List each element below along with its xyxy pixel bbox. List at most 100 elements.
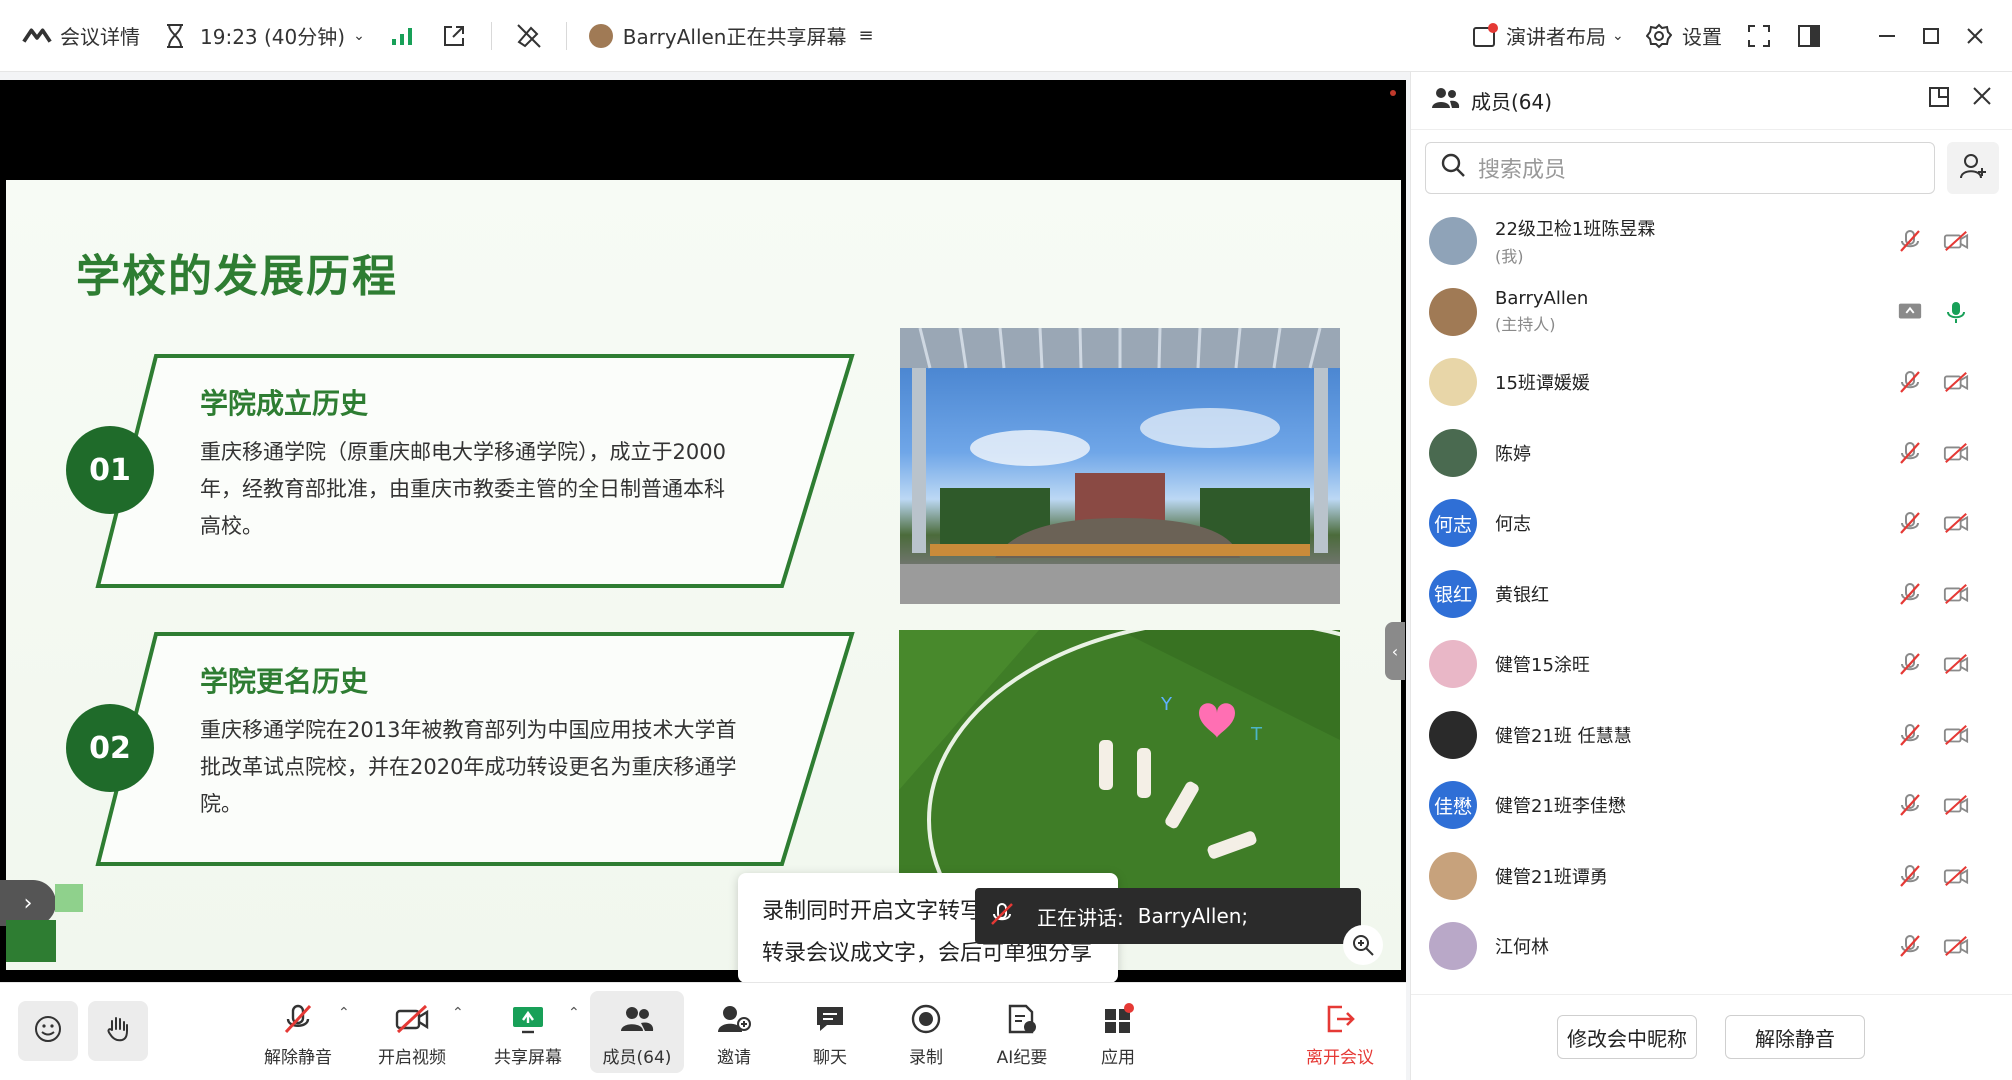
- chevron-up-icon[interactable]: ⌃: [568, 1005, 580, 1021]
- mic-muted-icon: [1897, 792, 1923, 818]
- leave-icon: [1322, 1001, 1358, 1037]
- mic-muted-icon: [1897, 369, 1923, 395]
- member-row[interactable]: 健管21班谭勇: [1411, 841, 2012, 912]
- card-number: 02: [66, 704, 154, 792]
- member-row[interactable]: 江何林: [1411, 911, 2012, 982]
- member-row[interactable]: 陈婷: [1411, 418, 2012, 489]
- ai-notes-icon: [1004, 1001, 1040, 1037]
- apps-button[interactable]: 应用: [1072, 991, 1164, 1073]
- ai-minutes-button[interactable]: AI纪要: [976, 991, 1068, 1073]
- record-icon: [908, 1001, 944, 1037]
- share-screen-icon: [510, 1001, 546, 1037]
- avatar: 佳懋: [1429, 781, 1477, 830]
- minimize-icon[interactable]: [1872, 21, 1902, 51]
- leave-meeting-button[interactable]: 离开会议: [1294, 991, 1386, 1073]
- member-row[interactable]: 佳懋 健管21班李佳懋: [1411, 770, 2012, 841]
- mic-muted-icon: [1897, 933, 1923, 959]
- close-icon[interactable]: [1960, 21, 1990, 51]
- invite-button[interactable]: 邀请: [688, 991, 780, 1073]
- sharer-avatar: [588, 23, 613, 48]
- mic-muted-icon: [1897, 722, 1923, 748]
- member-name: 健管21班李佳懋: [1495, 796, 1626, 818]
- members-panel: 成员(64) 搜索成员 22级卫检1班陈昱霖 (我) BarryAllen (主持人)…: [1410, 72, 2012, 1080]
- mic-muted-icon: [1897, 510, 1923, 536]
- mic-muted-icon: [1897, 581, 1923, 607]
- slide-decoration: [6, 920, 56, 962]
- member-row[interactable]: 健管15涂旺: [1411, 629, 2012, 700]
- member-row[interactable]: 何志 何志: [1411, 488, 2012, 559]
- members-label: 成员(64): [602, 1048, 672, 1068]
- mic-muted-icon: [280, 1001, 316, 1037]
- close-icon[interactable]: [1972, 86, 1992, 111]
- chevron-up-icon[interactable]: ⌃: [452, 1005, 464, 1021]
- start-video-button[interactable]: 开启视频: [366, 991, 458, 1073]
- hourglass-icon: [160, 21, 190, 51]
- mic-muted-icon: [989, 901, 1015, 932]
- record-button[interactable]: 录制: [880, 991, 972, 1073]
- video-off-icon: [394, 1001, 430, 1037]
- layout-button[interactable]: 演讲者布局 ⌄: [1470, 21, 1624, 51]
- members-button[interactable]: 成员(64): [590, 991, 684, 1073]
- chat-button[interactable]: 聊天: [784, 991, 876, 1073]
- avatar: 银红: [1429, 569, 1477, 618]
- member-list: 22级卫检1班陈昱霖 (我) BarryAllen (主持人) 15班谭媛媛陈婷何志 何志…: [1411, 206, 2012, 982]
- maximize-icon[interactable]: [1916, 21, 1946, 51]
- smiley-icon: [33, 1014, 63, 1048]
- member-role: (主持人): [1495, 315, 1556, 335]
- member-row[interactable]: 15班谭媛媛: [1411, 347, 2012, 418]
- member-name: 健管21班谭勇: [1495, 866, 1608, 888]
- screen-share-icon: [1897, 299, 1923, 325]
- member-row[interactable]: 22级卫检1班陈昱霖 (我): [1411, 206, 2012, 277]
- bottom-toolbar: 解除静音 ⌃ 开启视频 ⌃ 共享屏幕 ⌃ 成员(64) 邀请 聊天 录制 AI纪…: [0, 982, 1406, 1080]
- rename-button[interactable]: 修改会中昵称: [1557, 1015, 1697, 1059]
- sharing-indicator[interactable]: BarryAllen正在共享屏幕 ≡: [588, 21, 874, 50]
- avatar: [1429, 428, 1477, 477]
- annotation-off-icon[interactable]: [514, 21, 544, 51]
- collapse-panel-tab[interactable]: ‹: [1385, 622, 1405, 680]
- member-name: 健管21班 任慧慧: [1495, 725, 1632, 747]
- card-number: 01: [66, 426, 154, 514]
- fullscreen-icon[interactable]: [1744, 21, 1774, 51]
- avatar: [1429, 287, 1477, 336]
- camera-off-icon: [1943, 581, 1969, 607]
- chevron-down-icon: ⌄: [1612, 27, 1624, 44]
- mic-muted-icon: [1897, 651, 1923, 677]
- pop-out-icon[interactable]: [1928, 86, 1950, 113]
- meeting-details-button[interactable]: 会议详情: [22, 21, 140, 51]
- settings-button[interactable]: 设置: [1644, 21, 1722, 51]
- sidebar-toggle-icon[interactable]: [1794, 21, 1824, 51]
- unmute-button[interactable]: 解除静音: [1725, 1015, 1865, 1059]
- slide-title: 学校的发展历程: [76, 251, 398, 302]
- camera-off-icon: [1943, 933, 1969, 959]
- unmute-button[interactable]: 解除静音: [252, 991, 344, 1073]
- member-row[interactable]: BarryAllen (主持人): [1411, 277, 2012, 348]
- search-placeholder: 搜索成员: [1478, 158, 1567, 183]
- external-link-icon[interactable]: [439, 21, 469, 51]
- camera-off-icon: [1943, 651, 1969, 677]
- mic-muted-icon: [1897, 228, 1923, 254]
- member-name: BarryAllen: [1495, 288, 1589, 310]
- shared-screen: 学校的发展历程 01 学院成立历史 重庆移通学院（原重庆邮电大学移通学院），成立…: [0, 80, 1406, 982]
- camera-off-icon: [1943, 369, 1969, 395]
- share-screen-button[interactable]: 共享屏幕: [482, 991, 574, 1073]
- signal-icon[interactable]: [387, 21, 417, 51]
- campus-gate-photo: [900, 328, 1340, 604]
- avatar: [1429, 217, 1477, 266]
- layout-icon: [1470, 21, 1500, 51]
- add-user-icon: [1959, 152, 1987, 184]
- member-row[interactable]: 健管21班 任慧慧: [1411, 700, 2012, 771]
- reaction-button[interactable]: [18, 1001, 78, 1061]
- member-search-input[interactable]: 搜索成员: [1425, 142, 1935, 194]
- member-row[interactable]: 银红 黄银红: [1411, 559, 2012, 630]
- timer[interactable]: 19:23 (40分钟) ⌄: [160, 21, 365, 51]
- presentation-slide: 学校的发展历程 01 学院成立历史 重庆移通学院（原重庆邮电大学移通学院），成立…: [6, 180, 1401, 970]
- zoom-in-icon[interactable]: [1343, 925, 1383, 965]
- add-member-button[interactable]: [1947, 142, 1999, 194]
- member-name: 健管15涂旺: [1495, 655, 1590, 677]
- sharing-text: BarryAllen正在共享屏幕: [622, 25, 847, 49]
- member-name: 陈婷: [1495, 443, 1531, 465]
- record-label: 录制: [909, 1048, 943, 1068]
- chevron-up-icon[interactable]: ⌃: [338, 1005, 350, 1021]
- speaking-label: 正在讲话:: [1037, 905, 1124, 930]
- raise-hand-button[interactable]: [88, 1001, 148, 1061]
